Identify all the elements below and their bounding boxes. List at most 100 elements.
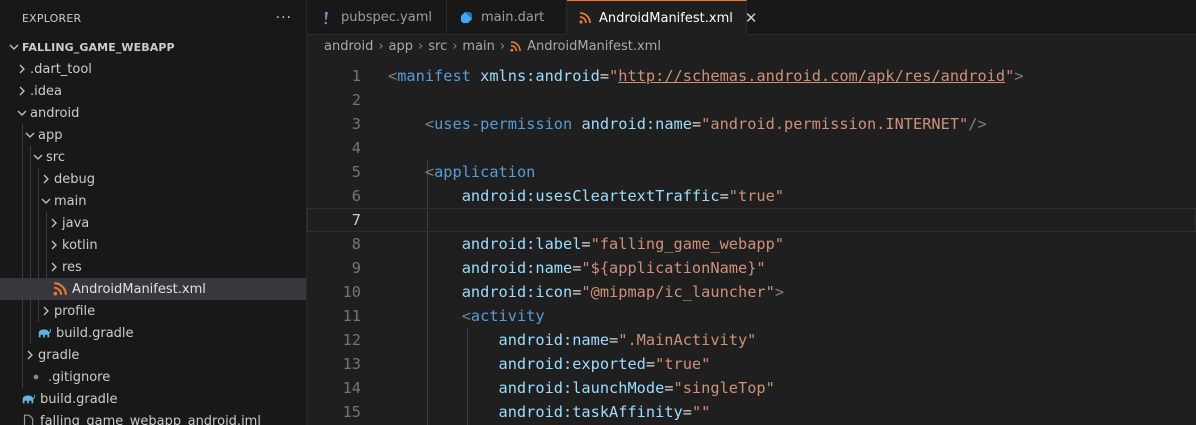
tree-indent-guide [22,234,23,256]
breadcrumb-item[interactable]: main [462,39,494,54]
git-dot-icon [28,369,44,385]
tree-folder[interactable]: profile [0,300,306,322]
tree-folder[interactable]: app [0,124,306,146]
line-number: 14 [342,379,361,397]
tree-indent-guide [22,146,23,168]
code-token: "falling_game_webapp" [590,235,785,253]
code-token: = [719,187,729,205]
code-line[interactable]: 6 android:usesCleartextTraffic="true" [307,184,1196,208]
chevron-right-icon: › [452,38,458,54]
tree-indent-guide [46,234,47,256]
code-token: > [774,283,785,301]
code-token: android:name [461,259,573,277]
chevron-right-icon: › [499,38,506,54]
tree-item-label: falling_game_webapp_android.iml [40,413,261,425]
code-line[interactable]: 10 android:icon="@mipmap/ic_launcher"> [307,280,1196,304]
tree-file[interactable]: build.gradle [0,388,306,410]
code-line[interactable]: 12 android:name=".MainActivity" [307,328,1196,352]
code-line[interactable]: 15 android:taskAffinity="" [307,400,1196,424]
tree-file[interactable]: falling_game_webapp_android.iml [0,410,306,425]
tab-android-manifest[interactable]: AndroidManifest.xml ✕ [567,0,757,35]
code-editor[interactable]: 1 <manifest xmlns:android="http://schemas… [307,64,1196,425]
tree-item-label: .gitignore [48,369,111,385]
tree-indent-guide [30,168,31,190]
tree-folder[interactable]: src [0,146,306,168]
breadcrumb-item[interactable]: app [389,39,413,54]
tree-folder[interactable]: android [0,102,306,124]
tree-indent-guide [22,190,23,212]
tab-pubspec-yaml[interactable]: pubspec.yaml [307,0,447,35]
code-token: " [1005,67,1015,85]
tree-item-label: main [54,193,87,209]
tree-folder[interactable]: res [0,256,306,278]
tree-item-label: profile [54,303,96,319]
tree-file[interactable]: .gitignore [0,366,306,388]
code-line[interactable]: 14 android:launchMode="singleTop" [307,376,1196,400]
tree-indent-guide [38,168,39,190]
tree-folder[interactable]: .idea [0,80,306,102]
line-number: 3 [351,115,361,133]
rss-icon [52,281,68,297]
line-number: 9 [351,259,361,277]
chevron-right-icon [22,347,38,363]
line-number: 10 [342,283,361,301]
code-line[interactable]: 2 [307,88,1196,112]
code-token: = [599,67,610,85]
close-icon[interactable]: ✕ [745,9,758,27]
tree-indent-guide [22,366,23,388]
breadcrumb-item[interactable]: AndroidManifest.xml [527,39,661,54]
more-actions-icon[interactable]: ··· [276,10,292,26]
code-token: < [424,115,435,133]
breadcrumb-item[interactable]: android [324,39,373,54]
code-line[interactable]: 11 <activity [307,304,1196,328]
code-token: android:label [461,235,582,253]
code-token: "singleTop" [673,379,775,397]
tree-file[interactable]: build.gradle [0,322,306,344]
code-line[interactable]: 8 android:label="falling_game_webapp" [307,232,1196,256]
tree-item-label: src [46,149,65,165]
code-line[interactable]: 4 [307,136,1196,160]
code-token: < [388,67,398,85]
tree-folder[interactable]: java [0,212,306,234]
tree-root-folder[interactable]: FALLING_GAME_WEBAPP [0,36,306,58]
tree-file[interactable]: AndroidManifest.xml [0,278,306,300]
tree-folder[interactable]: gradle [0,344,306,366]
editor-area: pubspec.yaml main.dart AndroidManifest.x… [307,0,1196,425]
code-line[interactable]: 7 [307,208,1196,232]
tree-item-label: app [38,127,63,143]
code-text: android:name=".MainActivity" [388,328,757,352]
code-line[interactable]: 3 <uses-permission android:name="android… [307,112,1196,136]
breadcrumb: android › app › src › main › AndroidMani… [307,35,1196,57]
breadcrumb-item[interactable]: src [428,39,447,54]
tab-label: AndroidManifest.xml [599,10,733,26]
code-token: android:usesCleartextTraffic [461,187,720,205]
code-text: android:usesCleartextTraffic="true" [388,184,784,208]
tree-item-label: build.gradle [56,325,134,341]
file-tree: FALLING_GAME_WEBAPP .dart_tool .idea androi… [0,36,306,425]
tree-item-label: gradle [38,347,80,363]
chevron-right-icon [38,303,54,319]
tree-item-label: .idea [30,83,62,99]
tree-indent-guide [38,234,39,256]
tree-folder[interactable]: .dart_tool [0,58,306,80]
tree-folder[interactable]: main [0,190,306,212]
tree-indent-guide [38,256,39,278]
code-text: android:taskAffinity="" [388,400,711,424]
code-line[interactable]: 5 <application [307,160,1196,184]
tree-folder[interactable]: debug [0,168,306,190]
code-line[interactable]: 13 android:exported="true" [307,352,1196,376]
tree-folder[interactable]: kotlin [0,234,306,256]
code-text: android:launchMode="singleTop" [388,376,775,400]
tree-indent-guide [46,212,47,234]
code-token: uses-permission [434,115,573,133]
code-line[interactable]: 9 android:name="${applicationName}" [307,256,1196,280]
code-line[interactable]: 1 <manifest xmlns:android="http://schemas… [307,64,1196,88]
code-token: "true" [728,187,785,205]
tab-main-dart[interactable]: main.dart [447,0,567,35]
